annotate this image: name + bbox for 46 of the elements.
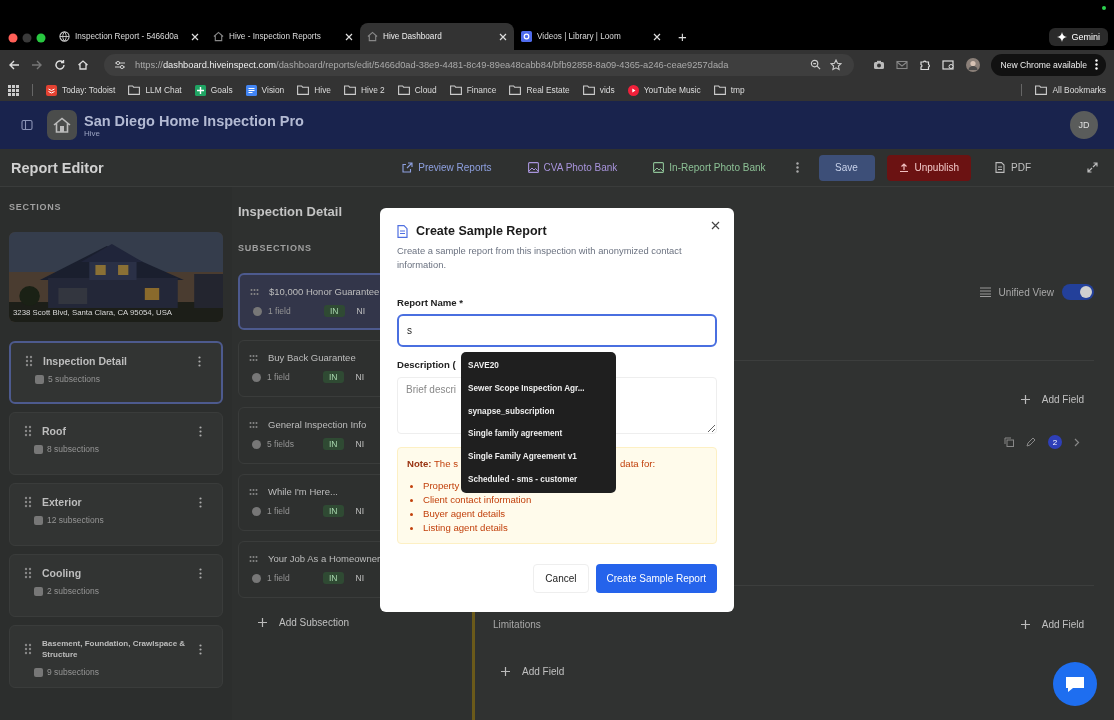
- subsections-heading: SUBSECTIONS: [238, 243, 312, 253]
- status-tag: NI: [355, 372, 364, 382]
- dialog-title: Create Sample Report: [416, 224, 547, 238]
- url-text: https://dashboard.hiveinspect.com/dashboard/reports/edit/5466d0ad-38e9-4481-8c49-89ea48cabb84/bfb92858-8a09-4365-a246-ceae9257dada: [135, 59, 729, 70]
- note-item: Property: [423, 479, 460, 493]
- sections-heading: SECTIONS: [9, 202, 62, 212]
- subsection-title: Your Job As a Homeowner: [268, 553, 381, 564]
- section-title: Roof: [42, 425, 67, 437]
- status-tag: IN: [323, 438, 344, 450]
- subsection-title: General Inspection Info: [268, 419, 367, 430]
- field-count: 1 field: [268, 306, 292, 316]
- status-tag: NI: [355, 573, 364, 583]
- status-tag: NI: [356, 306, 365, 316]
- field-count: 1 field: [267, 372, 291, 382]
- section-heading: Inspection Detail: [238, 204, 343, 219]
- field-label: Limitations: [493, 619, 541, 630]
- unified-view-label: Unified View: [998, 286, 1054, 298]
- subsection-count: 5 subsections: [48, 374, 100, 384]
- subsection-title: $10,000 Honor Guarantee: [269, 286, 380, 297]
- section-title: Cooling: [42, 567, 83, 579]
- field-count: 1 field: [267, 573, 291, 583]
- status-tag: IN: [323, 371, 344, 383]
- count-badge: 2: [1048, 435, 1062, 449]
- subsection-count: 8 subsections: [47, 444, 99, 454]
- field-label: Description (: [397, 359, 456, 370]
- status-tag: IN: [323, 572, 344, 584]
- section-title: Basement, Foundation, Crawlspace & Structure: [42, 638, 187, 660]
- field-label: Report Name *: [397, 297, 464, 308]
- organization-subtitle: Hive: [84, 128, 100, 138]
- subsection-title: While I'm Here...: [268, 486, 338, 497]
- subsection-title: Buy Back Guarantee: [268, 352, 356, 363]
- field-count: 1 field: [267, 506, 291, 516]
- organization-name: San Diego Home Inspection Pro: [84, 112, 304, 129]
- status-tag: IN: [323, 505, 344, 517]
- page-title: Report Editor: [11, 159, 104, 176]
- status-tag: IN: [324, 305, 345, 317]
- dialog-description: Create a sample report from this inspection with anonymized contact information.: [397, 244, 683, 272]
- section-title: Exterior: [42, 496, 83, 508]
- field-count: 5 fields: [267, 439, 295, 449]
- section-title: Inspection Detail: [43, 355, 128, 367]
- subsection-count: 2 subsections: [47, 586, 99, 596]
- status-tag: NI: [355, 506, 364, 516]
- subsection-count: 9 subsections: [47, 667, 99, 677]
- subsection-count: 12 subsections: [47, 515, 104, 525]
- status-tag: NI: [355, 439, 364, 449]
- note-text: data for:: [620, 458, 656, 469]
